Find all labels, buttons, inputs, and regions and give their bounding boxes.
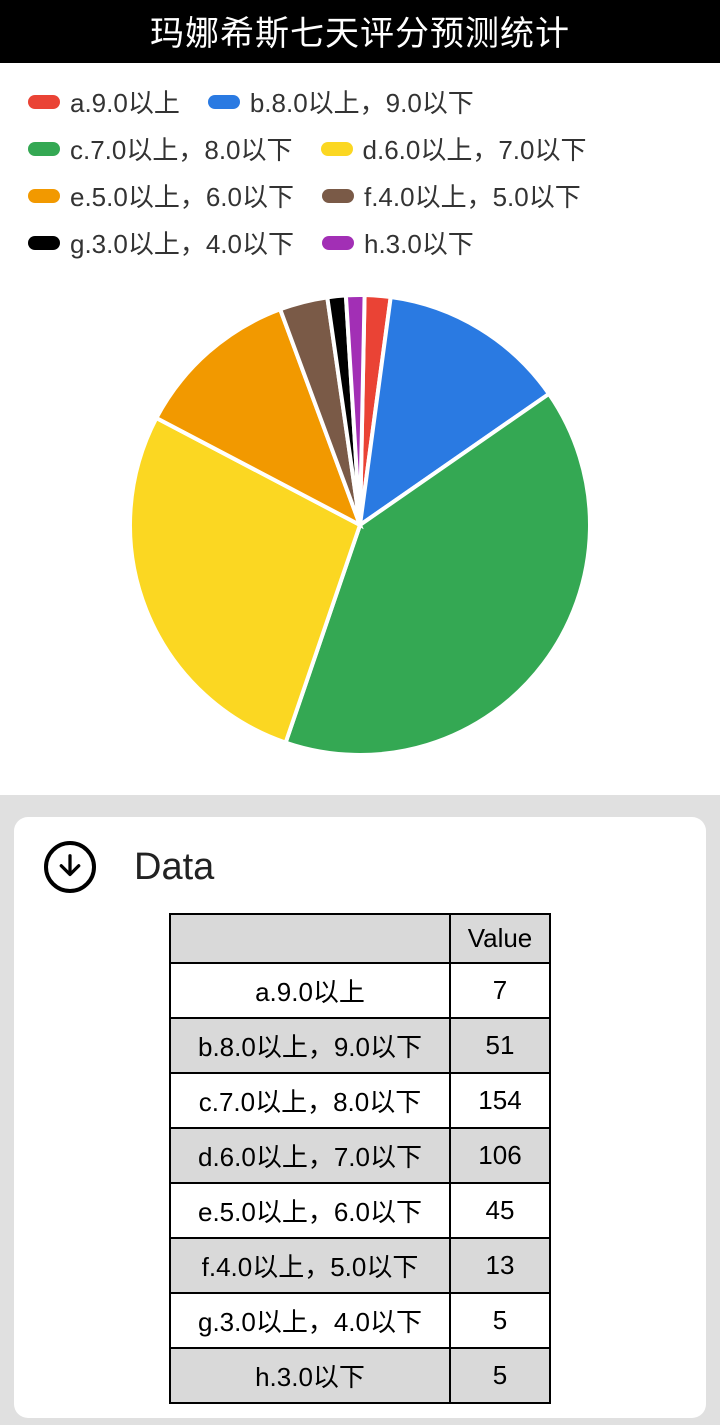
- table-cell-value: 7: [450, 963, 550, 1018]
- legend-swatch: [322, 236, 354, 250]
- legend-swatch: [28, 189, 60, 203]
- table-cell-label: e.5.0以上，6.0以下: [170, 1183, 450, 1238]
- download-icon[interactable]: [44, 841, 96, 893]
- legend-item[interactable]: f.4.0以上，5.0以下: [322, 177, 581, 214]
- table-row: e.5.0以上，6.0以下45: [170, 1183, 550, 1238]
- table-cell-value: 13: [450, 1238, 550, 1293]
- legend-swatch: [321, 142, 353, 156]
- legend-item[interactable]: a.9.0以上: [28, 83, 180, 120]
- data-panel: Data Value a.9.0以上7b.8.0以上，9.0以下51c.7.0以…: [14, 817, 706, 1418]
- table-row: a.9.0以上7: [170, 963, 550, 1018]
- table-header-value: Value: [450, 914, 550, 963]
- table-cell-label: h.3.0以下: [170, 1348, 450, 1403]
- legend-label: g.3.0以上，4.0以下: [70, 224, 294, 261]
- legend-item[interactable]: g.3.0以上，4.0以下: [28, 224, 294, 261]
- pie-chart: [20, 279, 700, 771]
- table-cell-value: 106: [450, 1128, 550, 1183]
- legend-label: a.9.0以上: [70, 83, 180, 120]
- legend-swatch: [322, 189, 354, 203]
- legend-swatch: [28, 142, 60, 156]
- legend-label: h.3.0以下: [364, 224, 474, 261]
- legend-item[interactable]: d.6.0以上，7.0以下: [321, 130, 587, 167]
- legend-item[interactable]: h.3.0以下: [322, 224, 474, 261]
- legend-swatch: [208, 95, 240, 109]
- legend: a.9.0以上 b.8.0以上，9.0以下 c.7.0以上，8.0以下 d.6.0以上…: [28, 83, 700, 261]
- table-row: c.7.0以上，8.0以下154: [170, 1073, 550, 1128]
- table-cell-label: d.6.0以上，7.0以下: [170, 1128, 450, 1183]
- data-table: Value a.9.0以上7b.8.0以上，9.0以下51c.7.0以上，8.0…: [169, 913, 551, 1404]
- table-cell-label: f.4.0以上，5.0以下: [170, 1238, 450, 1293]
- legend-label: f.4.0以上，5.0以下: [364, 177, 581, 214]
- table-cell-label: c.7.0以上，8.0以下: [170, 1073, 450, 1128]
- page-title: 玛娜希斯七天评分预测统计: [0, 0, 720, 63]
- table-cell-value: 5: [450, 1348, 550, 1403]
- table-cell-label: g.3.0以上，4.0以下: [170, 1293, 450, 1348]
- legend-label: d.6.0以上，7.0以下: [363, 130, 587, 167]
- legend-label: e.5.0以上，6.0以下: [70, 177, 294, 214]
- table-row: g.3.0以上，4.0以下5: [170, 1293, 550, 1348]
- table-cell-value: 154: [450, 1073, 550, 1128]
- table-cell-label: a.9.0以上: [170, 963, 450, 1018]
- table-row: h.3.0以下5: [170, 1348, 550, 1403]
- table-cell-value: 51: [450, 1018, 550, 1073]
- data-title: Data: [134, 846, 214, 889]
- legend-label: c.7.0以上，8.0以下: [70, 130, 293, 167]
- legend-swatch: [28, 236, 60, 250]
- table-row: d.6.0以上，7.0以下106: [170, 1128, 550, 1183]
- table-cell-value: 45: [450, 1183, 550, 1238]
- table-cell-value: 5: [450, 1293, 550, 1348]
- legend-swatch: [28, 95, 60, 109]
- table-cell-label: b.8.0以上，9.0以下: [170, 1018, 450, 1073]
- chart-panel: a.9.0以上 b.8.0以上，9.0以下 c.7.0以上，8.0以下 d.6.0以上…: [0, 63, 720, 795]
- table-row: f.4.0以上，5.0以下13: [170, 1238, 550, 1293]
- legend-item[interactable]: e.5.0以上，6.0以下: [28, 177, 294, 214]
- table-row: b.8.0以上，9.0以下51: [170, 1018, 550, 1073]
- legend-item[interactable]: b.8.0以上，9.0以下: [208, 83, 474, 120]
- table-header-empty: [170, 914, 450, 963]
- legend-item[interactable]: c.7.0以上，8.0以下: [28, 130, 293, 167]
- legend-label: b.8.0以上，9.0以下: [250, 83, 474, 120]
